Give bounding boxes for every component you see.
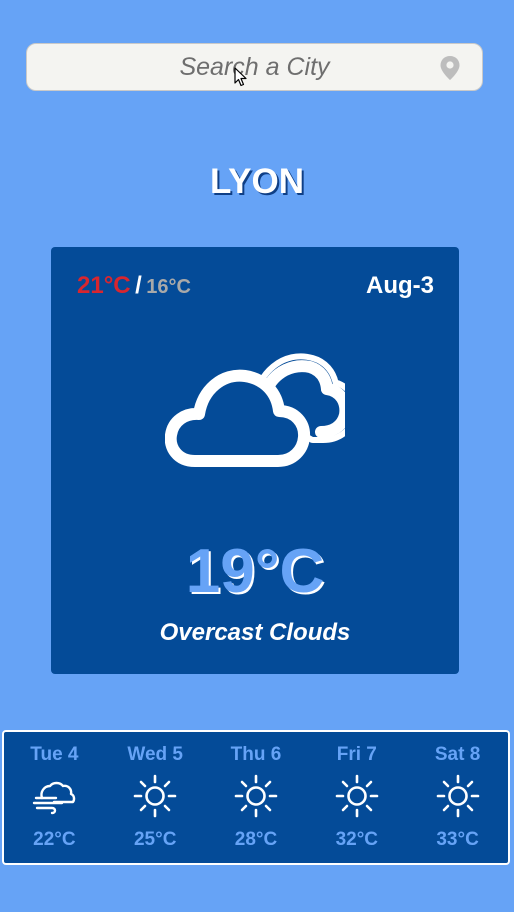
sun-icon bbox=[234, 774, 278, 818]
search-input[interactable] bbox=[27, 44, 482, 90]
forecast-day-temp: 28°C bbox=[234, 829, 278, 850]
sun-icon bbox=[133, 774, 177, 818]
forecast-day-name: Sat 8 bbox=[434, 744, 481, 765]
weather-description: Overcast Clouds bbox=[159, 619, 351, 646]
forecast-day-temp: 32°C bbox=[335, 829, 379, 850]
forecast-day: Sat 8 33°C bbox=[407, 732, 508, 863]
city-name: LYON bbox=[209, 162, 304, 201]
low-temp: 16°C bbox=[146, 276, 191, 298]
forecast-day: Wed 5 25°C bbox=[105, 732, 206, 863]
forecast-day-temp: 33°C bbox=[436, 829, 479, 850]
search-bar[interactable] bbox=[26, 43, 483, 91]
forecast-strip: Tue 4 22°C Wed 5 25°C Thu 6 28°C Fri 7 3… bbox=[2, 730, 510, 865]
forecast-day-name: Fri 7 bbox=[336, 744, 377, 765]
forecast-day: Thu 6 28°C bbox=[206, 732, 307, 863]
forecast-day-temp: 22°C bbox=[33, 829, 76, 850]
high-low-temps: 21°C / 16°C bbox=[77, 272, 191, 300]
mouse-cursor-icon bbox=[234, 67, 247, 87]
temp-separator: / bbox=[135, 272, 142, 299]
forecast-day-temp: 25°C bbox=[133, 829, 177, 850]
current-weather-card: 21°C / 16°C Aug-3 19°C Overcast Clouds bbox=[51, 247, 459, 674]
location-pin-icon[interactable] bbox=[440, 56, 460, 80]
forecast-day: Fri 7 32°C bbox=[306, 732, 407, 863]
sun-icon bbox=[436, 774, 479, 818]
wind-cloud-icon bbox=[33, 781, 76, 815]
sun-icon bbox=[335, 774, 379, 818]
forecast-day: Tue 4 22°C bbox=[4, 732, 105, 863]
current-temperature: 19°C bbox=[185, 537, 325, 606]
high-temp: 21°C bbox=[77, 272, 131, 299]
forecast-day-name: Tue 4 bbox=[30, 744, 79, 765]
forecast-day-name: Wed 5 bbox=[127, 744, 183, 765]
current-date: Aug-3 bbox=[366, 272, 434, 299]
overcast-clouds-icon bbox=[165, 353, 345, 467]
forecast-day-name: Thu 6 bbox=[230, 744, 282, 765]
